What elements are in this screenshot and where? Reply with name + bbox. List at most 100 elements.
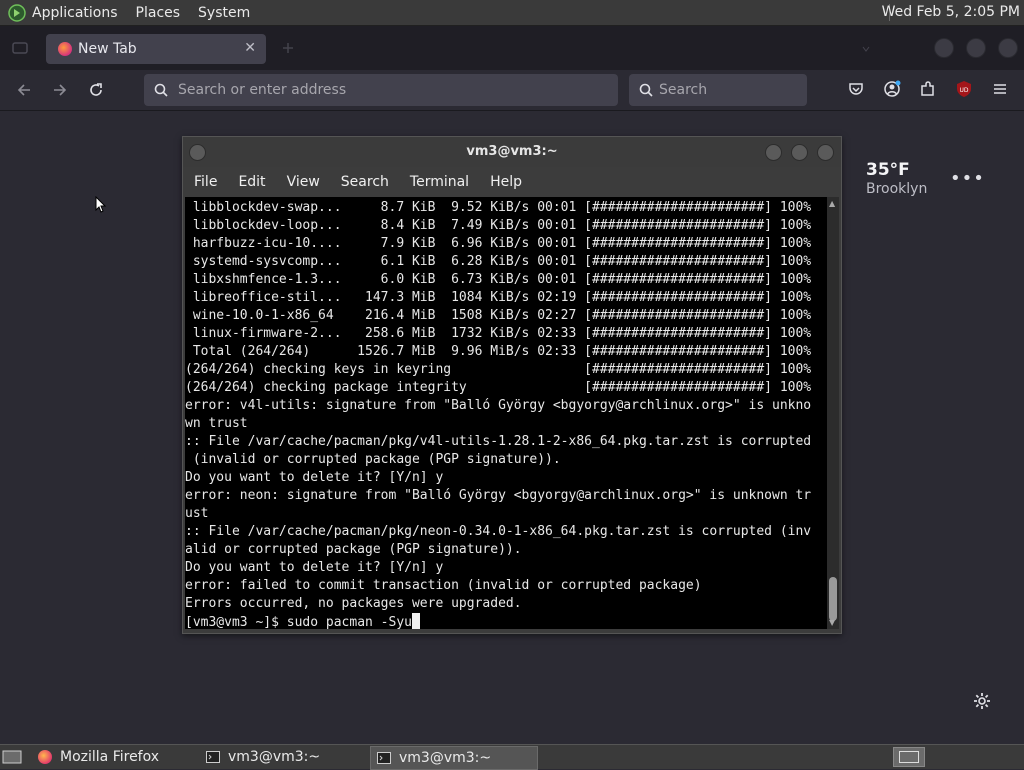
close-window-button[interactable]	[998, 38, 1018, 58]
terminal-line: error: v4l-utils: signature from "Balló …	[185, 398, 812, 413]
terminal-line: error: neon: signature from "Balló Györg…	[185, 488, 812, 503]
list-all-tabs-icon[interactable]	[862, 44, 870, 54]
taskbar-item-firefox[interactable]: Mozilla Firefox	[32, 746, 192, 768]
firefox-icon	[38, 750, 52, 764]
weather-menu-button[interactable]: •••	[950, 168, 985, 189]
extensions-button[interactable]	[918, 79, 938, 99]
terminal-line: (invalid or corrupted package (PGP signa…	[192, 452, 561, 467]
terminal-close-button[interactable]	[817, 144, 834, 161]
terminal-line: (264/264) checking package integrity [##…	[185, 380, 812, 395]
system-logo-icon[interactable]	[8, 3, 26, 22]
terminal-line: error: failed to commit transaction (inv…	[185, 578, 702, 593]
back-button[interactable]	[12, 78, 36, 102]
terminal-menu-help[interactable]: Help	[490, 174, 522, 190]
minimize-window-button[interactable]	[934, 38, 954, 58]
open-menu-button[interactable]	[990, 79, 1010, 99]
puzzle-piece-icon	[921, 81, 934, 96]
show-desktop-button[interactable]	[0, 746, 24, 768]
terminal-output: libblockdev-swap... 8.7 KiB 9.52 KiB/s 0…	[185, 197, 827, 629]
terminal-menu-search[interactable]: Search	[341, 174, 389, 190]
terminal-text-cursor	[411, 613, 420, 629]
gear-icon[interactable]	[972, 691, 992, 711]
reload-icon	[90, 83, 102, 96]
terminal-minimize-button[interactable]	[765, 144, 782, 161]
terminal-line: (264/264) checking keys in keyring [####…	[185, 362, 812, 377]
menu-places[interactable]: Places	[136, 5, 181, 21]
terminal-line: Do you want to delete it? [Y/n] y	[185, 470, 444, 485]
bottom-taskbar: Mozilla Firefox vm3@vm3:~ vm3@vm3:~	[0, 744, 1024, 770]
new-tab-icon[interactable]	[282, 42, 294, 54]
tab-bar: New Tab ✕	[0, 26, 1024, 70]
tab-new-tab[interactable]: New Tab ✕	[46, 34, 266, 64]
terminal-icon	[206, 751, 220, 763]
terminal-maximize-button[interactable]	[791, 144, 808, 161]
terminal-screen[interactable]: libblockdev-swap... 8.7 KiB 9.52 KiB/s 0…	[185, 197, 827, 629]
terminal-line: libblockdev-loop... 8.4 KiB 7.49 KiB/s 0…	[192, 218, 812, 233]
terminal-titlebar[interactable]: vm3@vm3:~	[183, 137, 841, 167]
taskbar-item-label: Mozilla Firefox	[60, 749, 160, 765]
scroll-up-arrow-icon[interactable]: ▲	[829, 199, 835, 208]
terminal-line: :: File /var/cache/pacman/pkg/neon-0.34.…	[185, 524, 812, 539]
ublock-origin-button[interactable]: UD	[954, 79, 974, 99]
navigation-toolbar: Search or enter address Search UD	[0, 70, 1024, 111]
terminal-window[interactable]: vm3@vm3:~ File Edit View Search Terminal…	[182, 136, 842, 634]
close-tab-icon[interactable]: ✕	[244, 40, 256, 56]
pocket-icon	[849, 83, 863, 95]
ublock-shield-icon: UD	[957, 81, 971, 97]
search-icon	[154, 83, 168, 97]
terminal-menu-view[interactable]: View	[287, 174, 320, 190]
maximize-window-button[interactable]	[966, 38, 986, 58]
terminal-line: wn trust	[185, 416, 248, 431]
weather-temperature: 35°F	[866, 160, 910, 180]
taskbar-item-terminal-2[interactable]: vm3@vm3:~	[370, 746, 538, 770]
address-bar[interactable]: Search or enter address	[144, 74, 618, 106]
terminal-menu-edit[interactable]: Edit	[238, 174, 265, 190]
terminal-line: libxshmfence-1.3... 6.0 KiB 6.73 KiB/s 0…	[192, 272, 812, 287]
tab-title: New Tab	[78, 41, 137, 57]
taskbar-item-label: vm3@vm3:~	[228, 749, 321, 765]
terminal-menu-file[interactable]: File	[194, 174, 217, 190]
terminal-line: ust	[185, 506, 209, 521]
scroll-down-arrow-icon[interactable]: ▼	[829, 618, 835, 627]
taskbar-item-label: vm3@vm3:~	[399, 750, 492, 766]
terminal-line: systemd-sysvcomp... 6.1 KiB 6.28 KiB/s 0…	[192, 254, 812, 269]
account-button[interactable]	[882, 79, 902, 99]
terminal-prompt: [vm3@vm3 ~]$	[185, 615, 287, 629]
mouse-cursor-icon	[95, 196, 107, 213]
scrollbar-thumb[interactable]	[829, 577, 837, 621]
terminal-line: harfbuzz-icu-10.... 7.9 KiB 6.96 KiB/s 0…	[192, 236, 812, 251]
menu-system[interactable]: System	[198, 5, 250, 21]
terminal-menubar: File Edit View Search Terminal Help	[183, 169, 841, 195]
weather-widget[interactable]: 35°F Brooklyn	[866, 160, 927, 197]
pocket-button[interactable]	[846, 79, 866, 99]
taskbar-item-terminal-1[interactable]: vm3@vm3:~	[200, 746, 362, 768]
terminal-line: alid or corrupted package (PGP signature…	[185, 542, 522, 557]
search-icon	[639, 83, 653, 97]
address-bar-placeholder: Search or enter address	[178, 82, 347, 98]
terminal-icon	[377, 752, 391, 764]
reload-button[interactable]	[84, 78, 108, 102]
terminal-command-input[interactable]: sudo pacman -Syu	[287, 615, 412, 629]
clock[interactable]: Wed Feb 5, 2:05 PM	[882, 4, 1020, 20]
forward-button[interactable]	[48, 78, 72, 102]
workspace-window-preview	[899, 751, 919, 763]
terminal-line: :: File /var/cache/pacman/pkg/v4l-utils-…	[185, 434, 812, 449]
terminal-line: wine-10.0-1-x86_64 216.4 MiB 1508 KiB/s …	[192, 308, 812, 323]
back-arrow-icon	[17, 84, 30, 96]
hamburger-menu-icon	[994, 84, 1006, 94]
menu-applications[interactable]: Applications	[32, 5, 118, 21]
terminal-scrollbar[interactable]: ▲ ▼	[827, 197, 839, 629]
forward-arrow-icon	[54, 84, 67, 96]
terminal-line: Do you want to delete it? [Y/n] y	[185, 560, 444, 575]
svg-text:UD: UD	[959, 87, 968, 94]
terminal-line: libreoffice-stil... 147.3 MiB 1084 KiB/s…	[192, 290, 812, 305]
workspace-switcher[interactable]	[893, 747, 925, 767]
account-icon	[884, 80, 901, 97]
terminal-line: linux-firmware-2... 258.6 MiB 1732 KiB/s…	[192, 326, 812, 341]
search-bar-placeholder: Search	[659, 82, 708, 98]
search-bar[interactable]: Search	[629, 74, 807, 106]
terminal-line: libblockdev-swap... 8.7 KiB 9.52 KiB/s 0…	[192, 200, 812, 215]
tab-list-icon[interactable]	[12, 40, 28, 56]
terminal-menu-terminal[interactable]: Terminal	[410, 174, 469, 190]
firefox-favicon-icon	[58, 42, 72, 56]
